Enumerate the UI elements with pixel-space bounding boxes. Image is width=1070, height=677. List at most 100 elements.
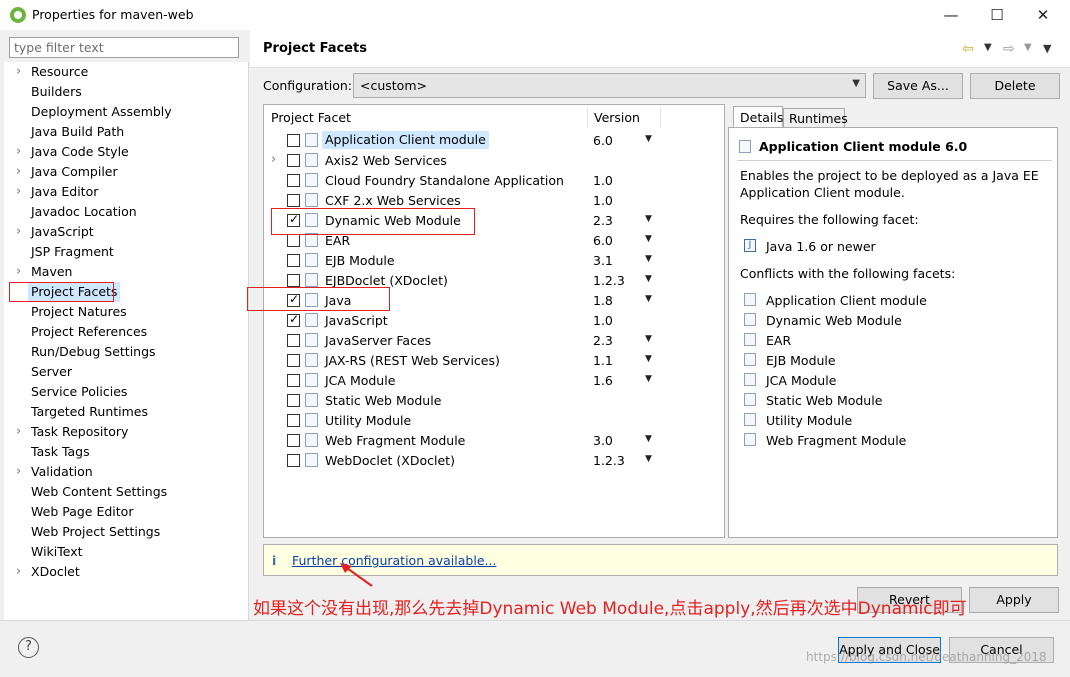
version-dropdown-icon[interactable]: ▼ [645, 334, 652, 344]
facet-row[interactable]: Utility Module [264, 410, 724, 430]
facet-version[interactable]: 1.0 [593, 193, 613, 208]
facet-row[interactable]: Web Fragment Module 3.0 ▼ [264, 430, 724, 450]
delete-button[interactable]: Delete [970, 73, 1060, 99]
version-dropdown-icon[interactable]: ▼ [645, 254, 652, 264]
version-dropdown-icon[interactable]: ▼ [645, 354, 652, 364]
facet-checkbox[interactable] [287, 274, 300, 287]
version-dropdown-icon[interactable]: ▼ [645, 294, 652, 304]
tree-item[interactable]: › Java Editor [4, 182, 244, 202]
facet-version[interactable]: 3.0 [593, 433, 613, 448]
version-dropdown-icon[interactable]: ▼ [645, 434, 652, 444]
facet-checkbox[interactable] [287, 434, 300, 447]
help-icon[interactable]: ? [18, 637, 39, 658]
tree-item[interactable]: › Task Repository [4, 422, 244, 442]
chevron-right-icon[interactable]: › [16, 562, 26, 582]
facet-version[interactable]: 6.0 [593, 233, 613, 248]
facet-row[interactable]: Application Client module 6.0 ▼ [264, 130, 724, 150]
facet-version[interactable]: 1.1 [593, 353, 613, 368]
chevron-right-icon[interactable]: › [16, 462, 26, 482]
tab-runtimes[interactable]: Runtimes [783, 108, 848, 128]
tree-item[interactable]: › Java Compiler [4, 162, 244, 182]
facet-version[interactable]: 6.0 [593, 133, 613, 148]
version-column-header[interactable]: Version [594, 110, 640, 125]
tree-item[interactable]: Web Content Settings [4, 482, 244, 502]
version-dropdown-icon[interactable]: ▼ [645, 134, 652, 144]
facet-checkbox[interactable] [287, 354, 300, 367]
facet-row[interactable]: WebDoclet (XDoclet) 1.2.3 ▼ [264, 450, 724, 470]
tree-item[interactable]: Targeted Runtimes [4, 402, 244, 422]
version-dropdown-icon[interactable]: ▼ [645, 234, 652, 244]
facet-checkbox[interactable] [287, 234, 300, 247]
facet-version[interactable]: 1.2.3 [593, 273, 625, 288]
chevron-right-icon[interactable]: › [16, 62, 26, 82]
version-dropdown-icon[interactable]: ▼ [645, 214, 652, 224]
facet-checkbox[interactable] [287, 414, 300, 427]
tree-item[interactable]: › JavaScript [4, 222, 244, 242]
chevron-right-icon[interactable]: › [271, 152, 276, 167]
facet-checkbox[interactable] [287, 374, 300, 387]
version-dropdown-icon[interactable]: ▼ [645, 374, 652, 384]
facet-row[interactable]: Cloud Foundry Standalone Application 1.0 [264, 170, 724, 190]
version-dropdown-icon[interactable]: ▼ [645, 274, 652, 284]
facet-version[interactable]: 3.1 [593, 253, 613, 268]
facet-checkbox[interactable] [287, 194, 300, 207]
tree-item[interactable]: Deployment Assembly [4, 102, 244, 122]
save-as-button[interactable]: Save As... [873, 73, 963, 99]
configuration-select[interactable]: <custom> ▼ [353, 73, 866, 98]
facet-version[interactable]: 1.2.3 [593, 453, 625, 468]
forward-dropdown-icon[interactable]: ▼ [1024, 42, 1032, 53]
facet-row[interactable]: JCA Module 1.6 ▼ [264, 370, 724, 390]
tree-item[interactable]: › Maven [4, 262, 244, 282]
maximize-button[interactable]: ☐ [974, 0, 1020, 30]
facet-checkbox[interactable] [287, 394, 300, 407]
further-configuration-link[interactable]: Further configuration available... [292, 553, 496, 568]
facet-version[interactable]: 1.0 [593, 173, 613, 188]
tree-item[interactable]: Service Policies [4, 382, 244, 402]
apply-button[interactable]: Apply [969, 587, 1059, 613]
tree-item[interactable]: › Validation [4, 462, 244, 482]
tree-item[interactable]: › Resource [4, 62, 244, 82]
chevron-right-icon[interactable]: › [16, 182, 26, 202]
facet-version[interactable]: 2.3 [593, 333, 613, 348]
tree-item[interactable]: Java Build Path [4, 122, 244, 142]
facet-checkbox[interactable] [287, 334, 300, 347]
tree-item[interactable]: › Java Code Style [4, 142, 244, 162]
facet-version[interactable]: 1.0 [593, 313, 613, 328]
close-button[interactable]: ✕ [1020, 0, 1066, 30]
chevron-right-icon[interactable]: › [16, 262, 26, 282]
minimize-button[interactable]: — [928, 0, 974, 30]
facet-version[interactable]: 2.3 [593, 213, 613, 228]
view-menu-icon[interactable]: ▼ [1043, 42, 1051, 55]
tree-item[interactable]: Run/Debug Settings [4, 342, 244, 362]
facet-row[interactable]: › Axis2 Web Services [264, 150, 724, 170]
tree-item[interactable]: Project References [4, 322, 244, 342]
facet-row[interactable]: EJB Module 3.1 ▼ [264, 250, 724, 270]
facet-checkbox[interactable] [287, 134, 300, 147]
facet-row[interactable]: JavaScript 1.0 [264, 310, 724, 330]
facet-checkbox[interactable] [287, 254, 300, 267]
tree-item[interactable]: Builders [4, 82, 244, 102]
facet-version[interactable]: 1.8 [593, 293, 613, 308]
tree-item[interactable]: JSP Fragment [4, 242, 244, 262]
tree-item[interactable]: Javadoc Location [4, 202, 244, 222]
facet-row[interactable]: JavaServer Faces 2.3 ▼ [264, 330, 724, 350]
chevron-right-icon[interactable]: › [16, 142, 26, 162]
facet-checkbox[interactable] [287, 312, 300, 327]
chevron-right-icon[interactable]: › [16, 222, 26, 242]
facet-checkbox[interactable] [287, 454, 300, 467]
facet-row[interactable]: Static Web Module [264, 390, 724, 410]
tree-item[interactable]: WikiText [4, 542, 244, 562]
tree-item[interactable]: Server [4, 362, 244, 382]
forward-arrow-icon[interactable]: ⇨ [1003, 41, 1015, 57]
tree-item[interactable]: Web Page Editor [4, 502, 244, 522]
tree-item[interactable]: Project Natures [4, 302, 244, 322]
tab-details[interactable]: Details [733, 106, 783, 128]
facet-column-header[interactable]: Project Facet [271, 110, 351, 125]
facet-checkbox[interactable] [287, 154, 300, 167]
facet-version[interactable]: 1.6 [593, 373, 613, 388]
facet-row[interactable]: JAX-RS (REST Web Services) 1.1 ▼ [264, 350, 724, 370]
version-dropdown-icon[interactable]: ▼ [645, 454, 652, 464]
back-dropdown-icon[interactable]: ▼ [984, 42, 992, 53]
filter-input[interactable]: type filter text [9, 37, 239, 58]
tree-item[interactable]: Task Tags [4, 442, 244, 462]
